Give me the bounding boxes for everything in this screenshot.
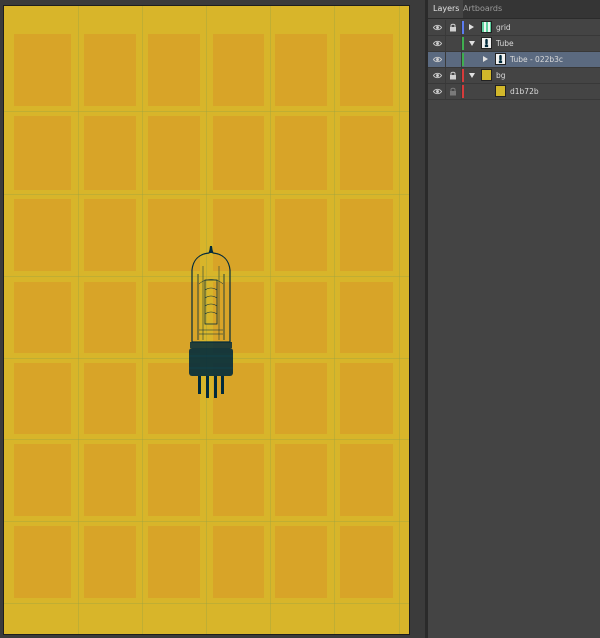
layers-panel: Layers Artboards grid Tube Tube - 022b3c bg… — [428, 0, 600, 638]
layer-row-tube[interactable]: Tube — [428, 36, 600, 52]
grid-cell — [275, 444, 327, 516]
grid-cell — [340, 34, 393, 106]
stripes-icon — [481, 21, 492, 33]
grid-guide-line — [4, 439, 409, 440]
grid-cell — [275, 116, 327, 190]
column-divider — [445, 20, 446, 35]
lock-icon[interactable] — [449, 39, 457, 48]
expand-triangle-icon[interactable] — [469, 24, 474, 30]
column-divider — [445, 84, 446, 99]
grid-cell — [213, 526, 264, 598]
grid-cell — [340, 444, 393, 516]
layer-name-label[interactable]: d1b72b — [510, 84, 539, 99]
layer-name-label[interactable]: bg — [496, 68, 506, 83]
grid-cell — [84, 199, 136, 271]
grid-cell — [14, 116, 71, 190]
column-divider — [445, 68, 446, 83]
grid-cell — [14, 282, 71, 353]
layer-row-bg[interactable]: bg — [428, 68, 600, 84]
column-divider — [445, 36, 446, 51]
grid-cell — [340, 282, 393, 353]
lock-icon[interactable] — [449, 71, 457, 80]
grid-cell — [275, 282, 327, 353]
yellow-swatch-icon — [481, 69, 492, 81]
grid-guide-line — [399, 6, 400, 634]
grid-cell — [14, 199, 71, 271]
layer-list: grid Tube Tube - 022b3c bg d1b72b — [428, 20, 600, 100]
lock-icon[interactable] — [449, 87, 457, 96]
layer-row-grid[interactable]: grid — [428, 20, 600, 36]
layer-name-label[interactable]: Tube - 022b3c — [510, 52, 563, 67]
grid-cell — [84, 282, 136, 353]
layer-color-indicator — [462, 85, 464, 98]
visibility-eye-icon[interactable] — [432, 87, 443, 96]
tube-icon — [481, 37, 492, 49]
grid-guide-line — [78, 6, 79, 634]
layer-color-indicator — [462, 53, 464, 66]
grid-cell — [275, 526, 327, 598]
layer-color-indicator — [462, 21, 464, 34]
layer-row-d1b72b[interactable]: d1b72b — [428, 84, 600, 100]
grid-guide-line — [4, 603, 409, 604]
grid-cell — [14, 363, 71, 434]
expand-triangle-icon[interactable] — [483, 56, 488, 62]
visibility-eye-icon[interactable] — [432, 55, 443, 64]
grid-guide-line — [142, 6, 143, 634]
grid-cell — [213, 444, 264, 516]
grid-cell — [84, 363, 136, 434]
grid-cell — [275, 363, 327, 434]
grid-cell — [340, 363, 393, 434]
grid-cell — [275, 199, 327, 271]
grid-cell — [148, 444, 200, 516]
grid-cell — [84, 116, 136, 190]
visibility-eye-icon[interactable] — [432, 39, 443, 48]
collapse-triangle-icon[interactable] — [469, 41, 475, 46]
grid-cell — [340, 116, 393, 190]
grid-guide-line — [4, 111, 409, 112]
grid-cell — [148, 34, 200, 106]
lock-icon[interactable] — [449, 23, 457, 32]
artboard[interactable] — [3, 5, 410, 635]
grid-cell — [84, 444, 136, 516]
grid-cell — [14, 444, 71, 516]
grid-guide-line — [4, 521, 409, 522]
layer-row-tube-022b3c[interactable]: Tube - 022b3c — [428, 52, 600, 68]
grid-cell — [84, 34, 136, 106]
grid-cell — [14, 526, 71, 598]
grid-cell — [275, 34, 327, 106]
vacuum-tube-artwork[interactable] — [183, 244, 239, 404]
tab-artboards[interactable]: Artboards — [458, 0, 507, 18]
visibility-eye-icon[interactable] — [432, 23, 443, 32]
grid-cell — [340, 199, 393, 271]
grid-guide-line — [270, 6, 271, 634]
layer-name-label[interactable]: Tube — [496, 36, 514, 51]
grid-guide-line — [4, 194, 409, 195]
collapse-triangle-icon[interactable] — [469, 73, 475, 78]
tube-icon — [495, 53, 506, 65]
layer-name-label[interactable]: grid — [496, 20, 511, 35]
grid-cell — [213, 116, 264, 190]
grid-cell — [340, 526, 393, 598]
grid-cell — [84, 526, 136, 598]
visibility-eye-icon[interactable] — [432, 71, 443, 80]
layer-color-indicator — [462, 37, 464, 50]
grid-guide-line — [334, 6, 335, 634]
panel-tab-bar: Layers Artboards — [428, 0, 600, 19]
grid-cell — [14, 34, 71, 106]
canvas-area[interactable] — [0, 0, 425, 638]
lock-icon[interactable] — [449, 55, 457, 64]
yellow-swatch-icon — [495, 85, 506, 97]
grid-cell — [213, 34, 264, 106]
column-divider — [445, 52, 446, 67]
grid-cell — [148, 526, 200, 598]
layer-color-indicator — [462, 69, 464, 82]
grid-cell — [148, 116, 200, 190]
